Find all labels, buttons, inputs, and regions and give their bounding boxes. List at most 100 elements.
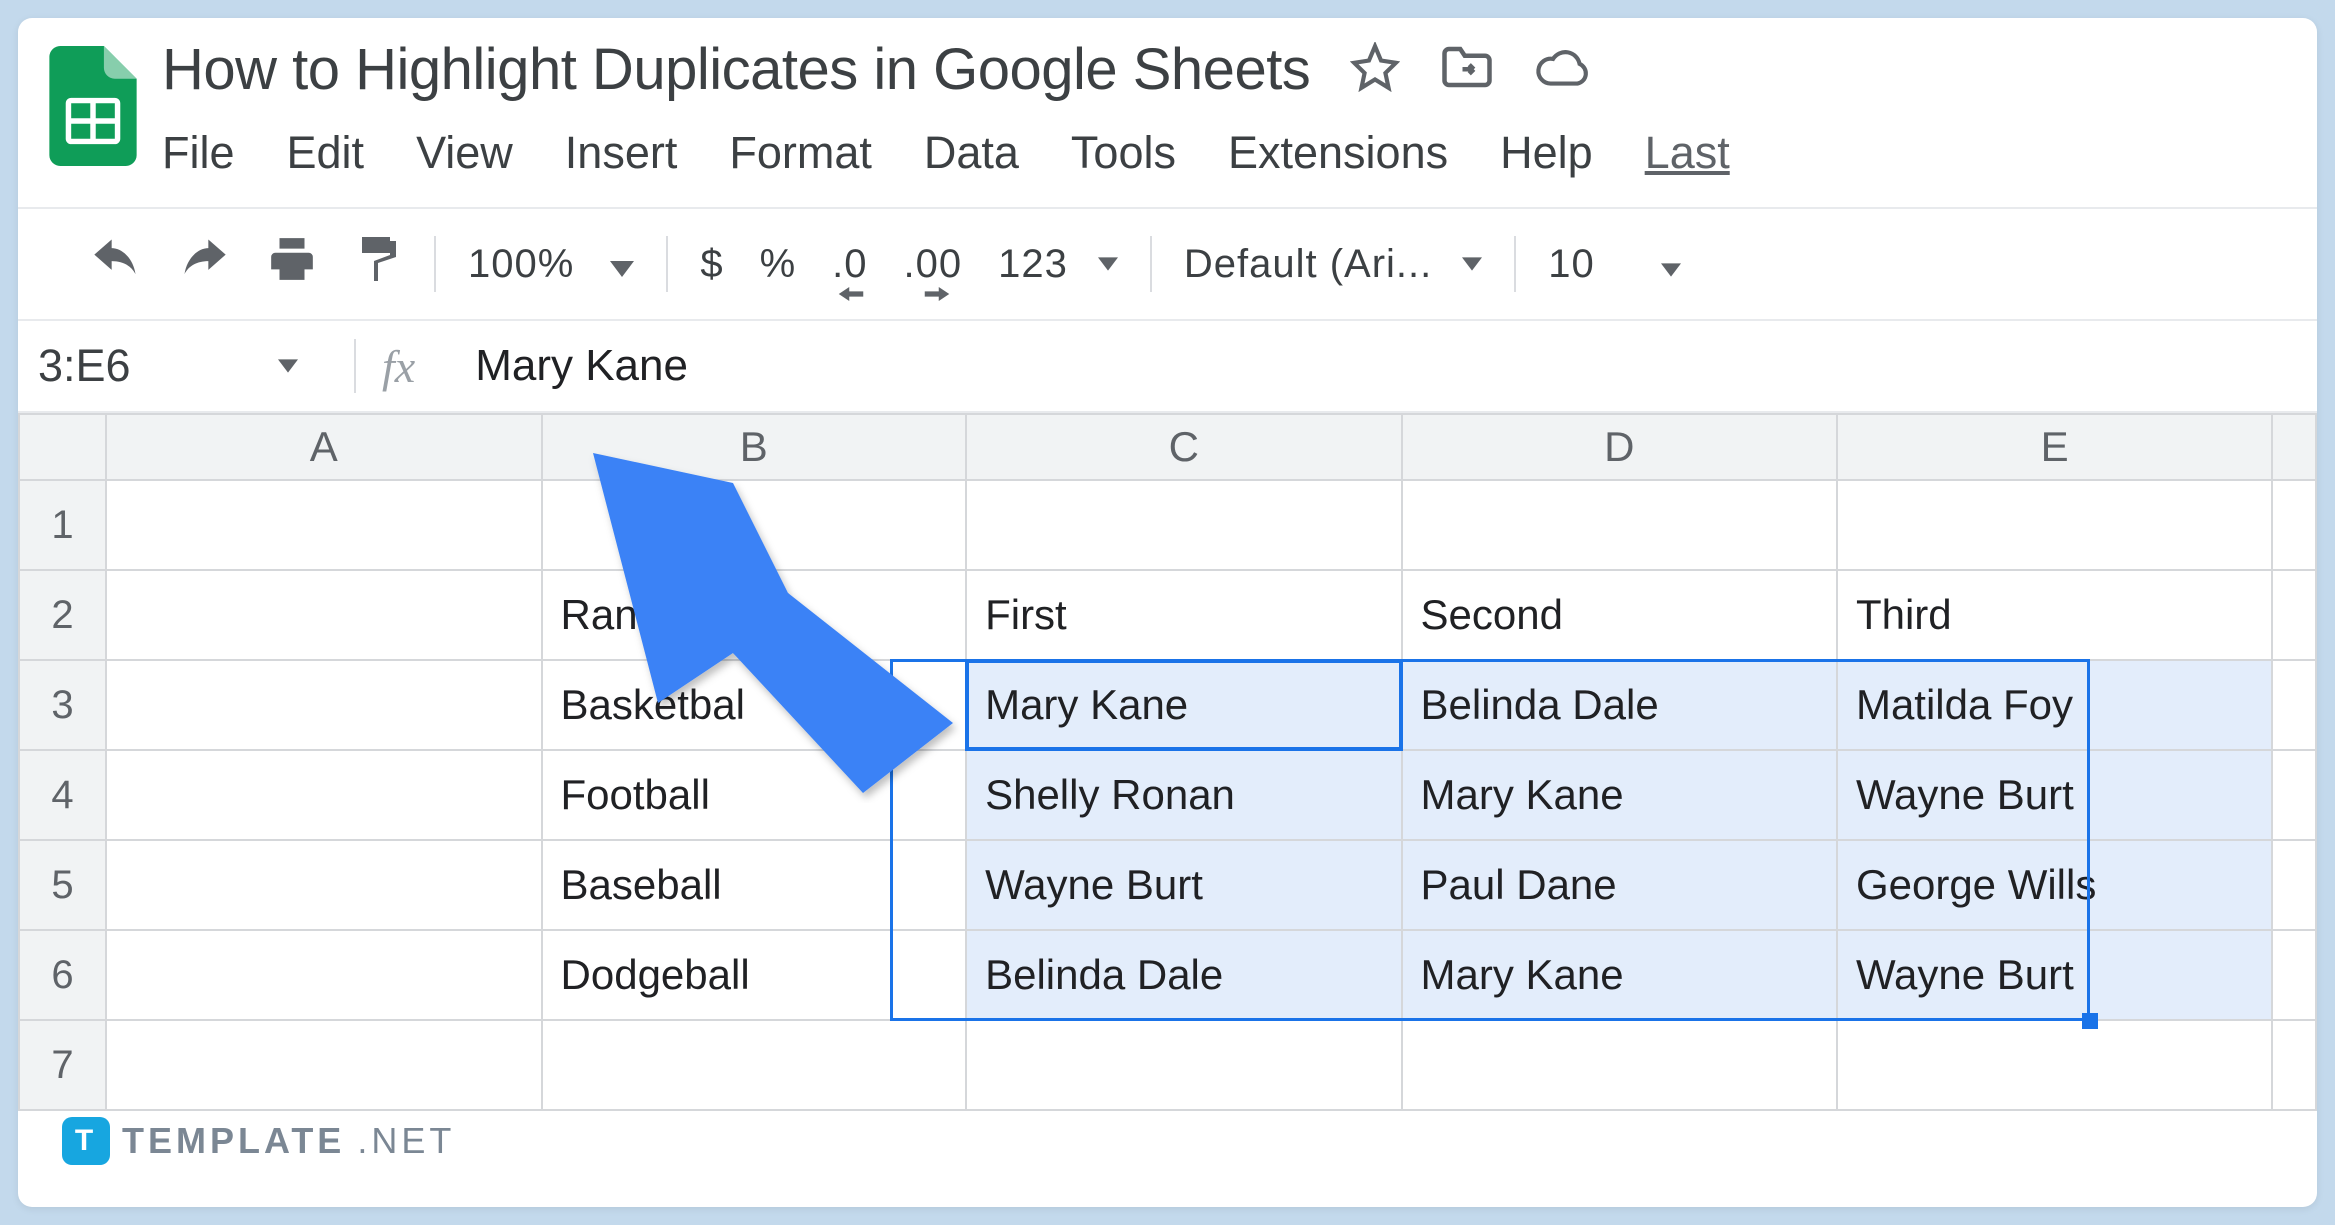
row-header-7[interactable]: 7 bbox=[19, 1020, 106, 1110]
increase-decimal-label: .00 bbox=[904, 242, 963, 286]
cell[interactable] bbox=[106, 840, 541, 930]
cell[interactable]: Mary Kane bbox=[1402, 930, 1837, 1020]
cell[interactable]: Basketbal bbox=[542, 660, 967, 750]
menu-last-edit[interactable]: Last bbox=[1645, 127, 1730, 179]
cell[interactable]: Wayne Burt bbox=[1837, 930, 2272, 1020]
column-header-d[interactable]: D bbox=[1402, 414, 1837, 480]
menu-extensions[interactable]: Extensions bbox=[1228, 127, 1448, 179]
separator bbox=[354, 339, 356, 393]
cell-active[interactable]: Mary Kane bbox=[966, 660, 1401, 750]
cell[interactable] bbox=[2272, 480, 2316, 570]
cell[interactable] bbox=[966, 480, 1401, 570]
column-header-extra[interactable] bbox=[2272, 414, 2316, 480]
cell[interactable]: Belinda Dale bbox=[1402, 660, 1837, 750]
row-header-6[interactable]: 6 bbox=[19, 930, 106, 1020]
percent-button[interactable]: % bbox=[760, 242, 797, 287]
row-header-3[interactable]: 3 bbox=[19, 660, 106, 750]
cell[interactable]: Wayne Burt bbox=[966, 840, 1401, 930]
cell[interactable] bbox=[2272, 840, 2316, 930]
cell[interactable]: Baseball bbox=[542, 840, 967, 930]
watermark-suffix: .NET bbox=[357, 1120, 455, 1162]
cell[interactable]: Dodgeball bbox=[542, 930, 967, 1020]
cell[interactable] bbox=[1402, 1020, 1837, 1110]
spreadsheet-grid[interactable]: A B C D E 1 2 Ranking First bbox=[18, 413, 2317, 1111]
cell[interactable] bbox=[106, 570, 541, 660]
menu-file[interactable]: File bbox=[162, 127, 235, 179]
redo-icon[interactable] bbox=[178, 238, 230, 290]
cell[interactable] bbox=[1402, 480, 1837, 570]
column-header-b[interactable]: B bbox=[542, 414, 967, 480]
cell[interactable] bbox=[2272, 660, 2316, 750]
number-format-label: 123 bbox=[998, 242, 1068, 287]
title-bar: How to Highlight Duplicates in Google Sh… bbox=[18, 18, 2317, 207]
cell[interactable] bbox=[106, 750, 541, 840]
column-header-a[interactable]: A bbox=[106, 414, 541, 480]
name-box[interactable]: 3:E6 bbox=[38, 340, 328, 392]
cell[interactable] bbox=[106, 480, 541, 570]
cell[interactable] bbox=[2272, 750, 2316, 840]
cell[interactable]: Paul Dane bbox=[1402, 840, 1837, 930]
cell[interactable]: Third bbox=[1837, 570, 2272, 660]
cell[interactable]: Ranking bbox=[542, 570, 967, 660]
decrease-decimal-button[interactable]: .0 bbox=[832, 242, 867, 287]
undo-icon[interactable] bbox=[90, 238, 142, 290]
font-size-input[interactable]: 10 bbox=[1548, 242, 1595, 287]
select-all-corner[interactable] bbox=[19, 414, 106, 480]
row-header-5[interactable]: 5 bbox=[19, 840, 106, 930]
cell[interactable] bbox=[2272, 1020, 2316, 1110]
cell[interactable] bbox=[2272, 570, 2316, 660]
menu-edit[interactable]: Edit bbox=[287, 127, 365, 179]
number-format-button[interactable]: 123 bbox=[998, 242, 1118, 287]
menu-view[interactable]: View bbox=[416, 127, 513, 179]
print-icon[interactable] bbox=[266, 234, 318, 294]
cell[interactable] bbox=[542, 1020, 967, 1110]
fx-icon: fx bbox=[382, 340, 415, 393]
cloud-status-icon[interactable] bbox=[1534, 45, 1592, 94]
move-folder-icon[interactable] bbox=[1440, 44, 1494, 95]
menu-insert[interactable]: Insert bbox=[565, 127, 678, 179]
row-header-2[interactable]: 2 bbox=[19, 570, 106, 660]
cell[interactable] bbox=[106, 660, 541, 750]
menu-data[interactable]: Data bbox=[924, 127, 1019, 179]
cell[interactable]: Football bbox=[542, 750, 967, 840]
formula-bar: 3:E6 fx Mary Kane bbox=[18, 321, 2317, 413]
decrease-decimal-label: .0 bbox=[832, 242, 867, 286]
star-icon[interactable] bbox=[1350, 42, 1400, 97]
cell[interactable] bbox=[1837, 480, 2272, 570]
column-header-c[interactable]: C bbox=[966, 414, 1401, 480]
currency-button[interactable]: $ bbox=[700, 242, 723, 287]
name-box-value: 3:E6 bbox=[38, 340, 131, 392]
cell[interactable]: Mary Kane bbox=[1402, 750, 1837, 840]
column-header-e[interactable]: E bbox=[1837, 414, 2272, 480]
menu-format[interactable]: Format bbox=[729, 127, 872, 179]
paint-format-icon[interactable] bbox=[354, 233, 402, 295]
menu-tools[interactable]: Tools bbox=[1071, 127, 1176, 179]
cell[interactable]: Belinda Dale bbox=[966, 930, 1401, 1020]
chevron-down-icon[interactable] bbox=[278, 359, 298, 373]
cell[interactable] bbox=[106, 930, 541, 1020]
cell[interactable]: Wayne Burt bbox=[1837, 750, 2272, 840]
document-title[interactable]: How to Highlight Duplicates in Google Sh… bbox=[162, 36, 1310, 103]
cell[interactable]: Second bbox=[1402, 570, 1837, 660]
row-header-4[interactable]: 4 bbox=[19, 750, 106, 840]
cell[interactable] bbox=[106, 1020, 541, 1110]
increase-decimal-button[interactable]: .00 bbox=[904, 242, 963, 287]
sheets-logo-icon[interactable] bbox=[48, 46, 138, 166]
cell[interactable]: Shelly Ronan bbox=[966, 750, 1401, 840]
cell[interactable]: First bbox=[966, 570, 1401, 660]
cell[interactable] bbox=[966, 1020, 1401, 1110]
row-header-1[interactable]: 1 bbox=[19, 480, 106, 570]
formula-input[interactable]: Mary Kane bbox=[475, 341, 688, 391]
font-family-label: Default (Ari... bbox=[1184, 242, 1432, 287]
zoom-level[interactable]: 100% bbox=[468, 242, 574, 287]
cell[interactable]: Matilda Foy bbox=[1837, 660, 2272, 750]
menu-help[interactable]: Help bbox=[1500, 127, 1593, 179]
chevron-down-icon[interactable] bbox=[610, 242, 634, 287]
cell[interactable] bbox=[1837, 1020, 2272, 1110]
font-family-dropdown[interactable]: Default (Ari... bbox=[1184, 242, 1482, 287]
watermark-logo-icon: T bbox=[62, 1117, 110, 1165]
cell[interactable]: George Wills bbox=[1837, 840, 2272, 930]
cell[interactable] bbox=[2272, 930, 2316, 1020]
cell[interactable] bbox=[542, 480, 967, 570]
chevron-down-icon[interactable] bbox=[1661, 242, 1681, 287]
